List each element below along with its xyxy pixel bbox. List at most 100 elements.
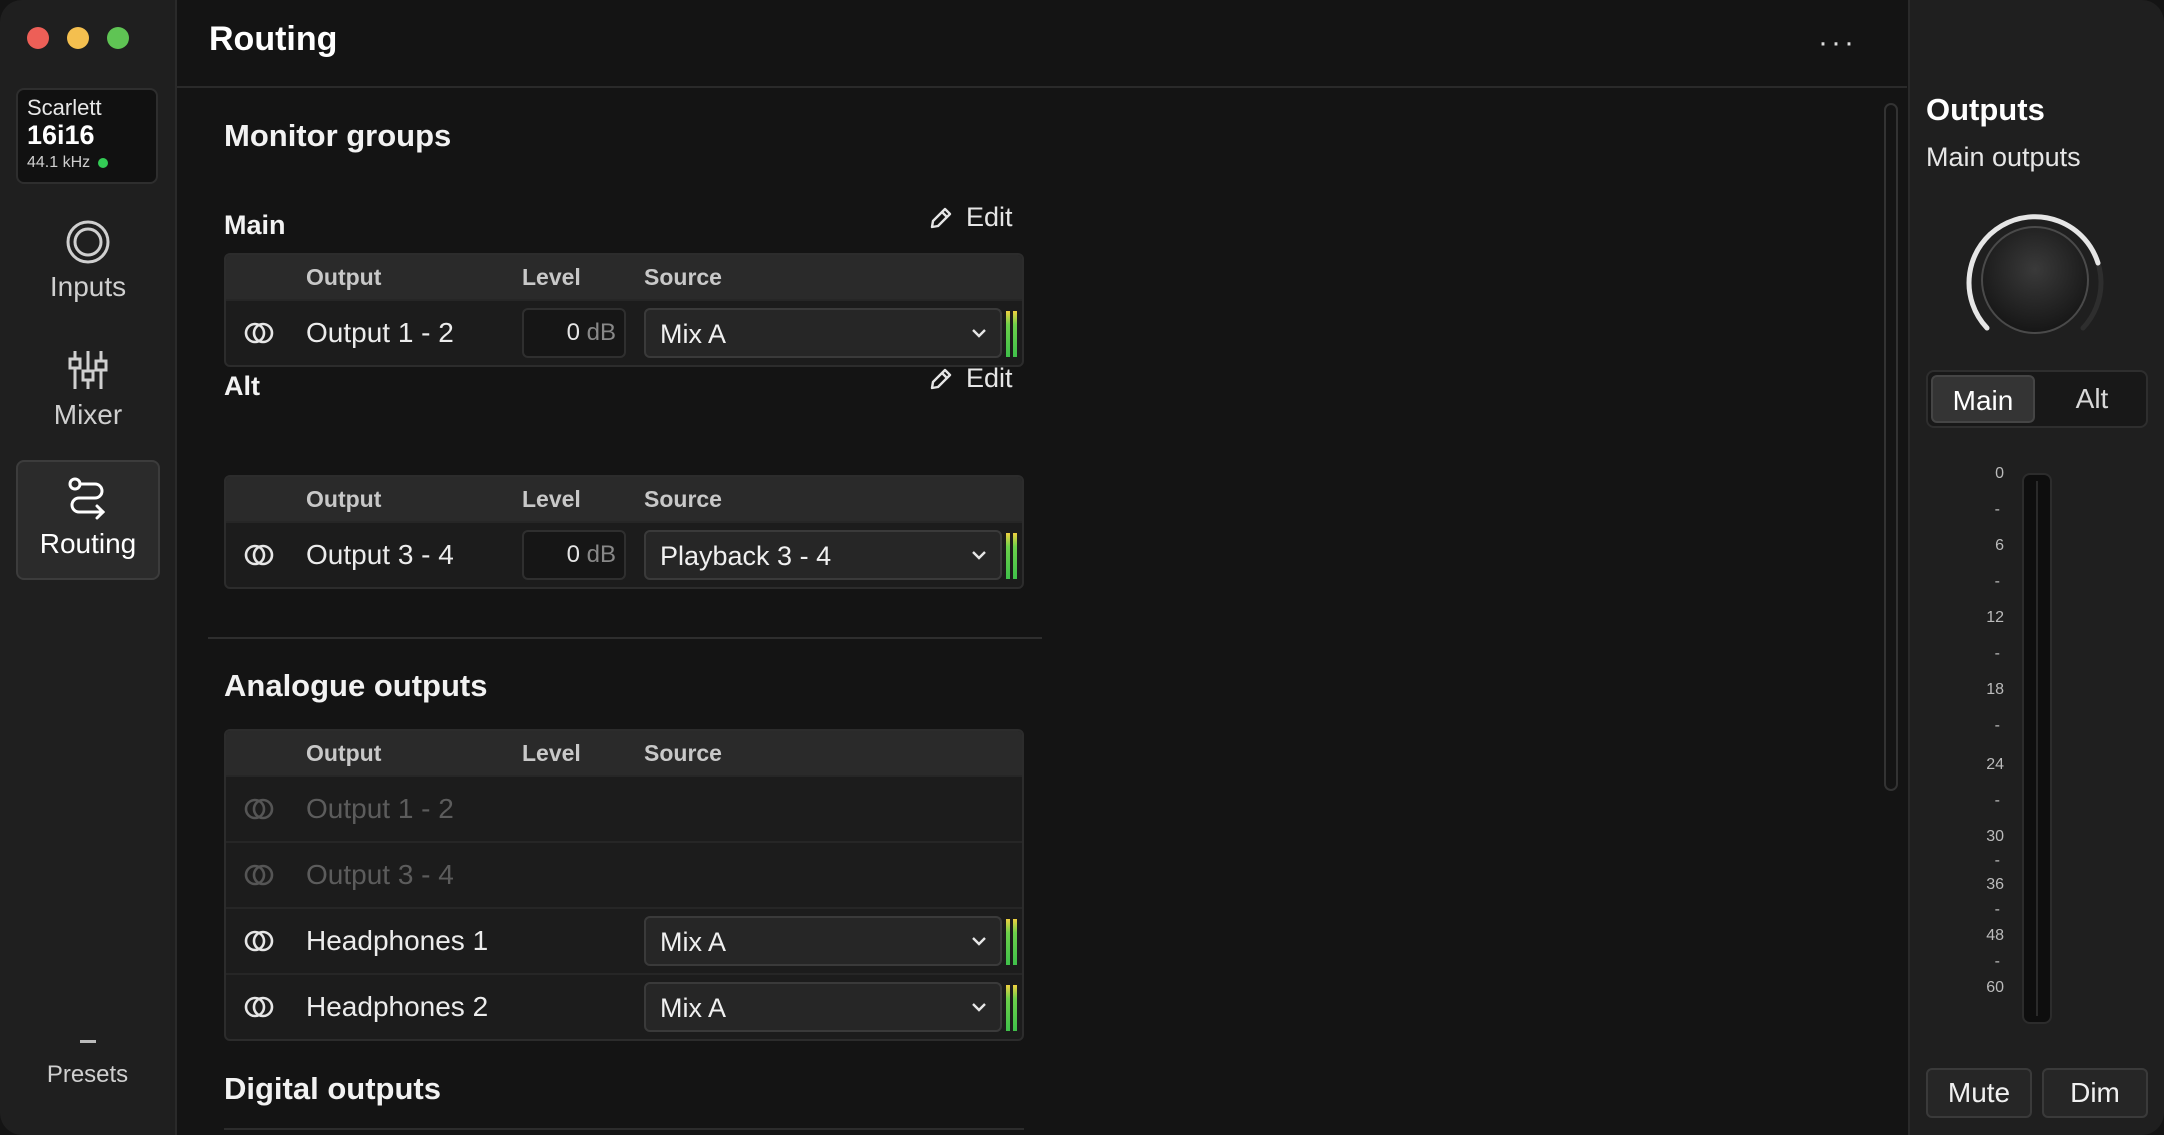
sidebar-item-label: Inputs [49,271,127,302]
stereo-link-icon[interactable] [244,543,274,567]
main-volume-knob[interactable] [1960,205,2110,355]
sample-rate: 44.1 kHz [27,154,147,172]
stereo-link-icon[interactable] [244,995,274,1019]
app-window: Scarlett 16i16 44.1 kHz Inputs Mixer Rou… [0,0,2164,1135]
zoom-window-button[interactable] [107,27,129,49]
source-value: Playback 3 - 4 [660,541,832,571]
scale-minor-tick: - [1994,645,2000,662]
level-input[interactable]: 0 dB [522,530,626,580]
presets-icon [79,1040,96,1043]
source-value: Mix A [660,927,727,957]
pencil-icon [930,207,952,228]
source-select[interactable]: Mix A [644,916,1002,966]
routing-icon [68,477,106,520]
scale-minor-tick: - [1994,953,2000,970]
main-alt-toggle: Main Alt [1926,370,2148,428]
outputs-subtitle: Main outputs [1926,142,2081,172]
scale-minor-tick: - [1994,792,2000,809]
level-unit: dB [586,541,616,568]
level-meter [1006,919,1018,965]
table-row: Output 3 - 4 [226,841,1022,907]
scale-tick-label: 36 [1986,876,2004,893]
device-card[interactable]: Scarlett 16i16 44.1 kHz [16,88,158,184]
table-header: Output Level Source [226,731,1022,775]
mixer-icon [68,351,108,389]
chevron-down-icon [972,551,986,560]
level-input[interactable]: 0 dB [522,308,626,358]
pencil-icon [930,368,952,389]
output-name: Headphones 1 [306,925,489,956]
stereo-link-icon [244,864,274,886]
more-options-icon[interactable]: ··· [1818,26,1857,60]
output-name: Headphones 2 [306,991,489,1022]
minimize-window-button[interactable] [67,27,89,49]
edit-label: Edit [966,202,1013,232]
segment-alt-button[interactable]: Alt [2040,375,2144,423]
scale-minor-tick: - [1994,501,2000,518]
stereo-link-icon[interactable] [244,929,274,953]
page-title: Routing [209,20,338,58]
column-source: Source [644,486,722,512]
scale-tick-label: 6 [1995,537,2004,554]
alt-group-table: Output Level Source Output 3 - 4 0 dB Pl… [224,475,1024,589]
scale-tick-label: 0 [1995,465,2004,482]
analogue-outputs-title: Analogue outputs [224,668,488,703]
routing-content: Monitor groups Main Edit Output Level So… [177,88,1907,1135]
main-group-title: Main [224,210,286,240]
device-model: 16i16 [27,120,95,150]
chevron-down-icon [972,1003,986,1012]
output-name: Output 3 - 4 [306,859,454,890]
presets-button[interactable]: Presets [0,1040,175,1089]
sidebar-item-routing[interactable]: Routing [16,460,160,580]
sidebar-item-mixer[interactable]: Mixer [16,333,160,453]
sidebar-item-inputs[interactable]: Inputs [16,205,160,325]
segment-main-button[interactable]: Main [1931,375,2035,423]
source-select[interactable]: Mix A [644,308,1002,358]
source-value: Mix A [660,319,727,349]
output-level-meter [2022,473,2052,1024]
device-brand: Scarlett [27,95,102,120]
scale-minor-tick: - [1994,573,2000,590]
output-name: Output 1 - 2 [306,793,454,824]
source-value: Mix A [660,993,727,1023]
column-level: Level [522,740,581,766]
section-divider [208,637,1042,639]
column-level: Level [522,264,581,290]
edit-main-button[interactable]: Edit [928,202,1013,233]
column-output: Output [306,486,382,512]
level-meter [1006,533,1018,579]
output-name: Output 1 - 2 [306,317,454,348]
analogue-outputs-table: Output Level Source Output 1 - 2 Output … [224,729,1024,1041]
edit-label: Edit [966,363,1013,393]
scale-minor-tick: - [1994,717,2000,734]
dim-button[interactable]: Dim [2042,1068,2148,1118]
stereo-link-icon[interactable] [244,321,274,345]
scale-tick-label: 12 [1986,609,2004,626]
stereo-link-icon [244,798,274,820]
sidebar-item-label: Mixer [53,399,123,430]
chevron-down-icon [972,937,986,946]
inputs-icon [66,220,110,264]
scale-tick-label: 30 [1986,828,2004,845]
alt-group-title: Alt [224,371,260,401]
level-unit: dB [586,319,616,346]
edit-alt-button[interactable]: Edit [928,363,1013,394]
header: Routing ··· [177,0,1907,88]
level-meter [1006,311,1018,357]
scrollbar[interactable] [1884,103,1898,791]
sidebar-item-label: Routing [39,528,137,559]
mute-button[interactable]: Mute [1926,1068,2032,1118]
output-name: Output 3 - 4 [306,539,454,570]
scale-minor-tick: - [1994,852,2000,869]
column-level: Level [522,486,581,512]
close-window-button[interactable] [27,27,49,49]
digital-outputs-title: Digital outputs [224,1071,441,1106]
source-select[interactable]: Mix A [644,982,1002,1032]
column-output: Output [306,264,382,290]
main-group-table: Output Level Source Output 1 - 2 0 dB Mi… [224,253,1024,367]
source-select[interactable]: Playback 3 - 4 [644,530,1002,580]
table-row: Headphones 1 Mix A [226,907,1022,973]
outputs-panel: Outputs Main outputs Main Alt 0 - 6 - 12… [1908,0,2164,1135]
chevron-down-icon [972,329,986,338]
presets-label: Presets [46,1061,129,1088]
